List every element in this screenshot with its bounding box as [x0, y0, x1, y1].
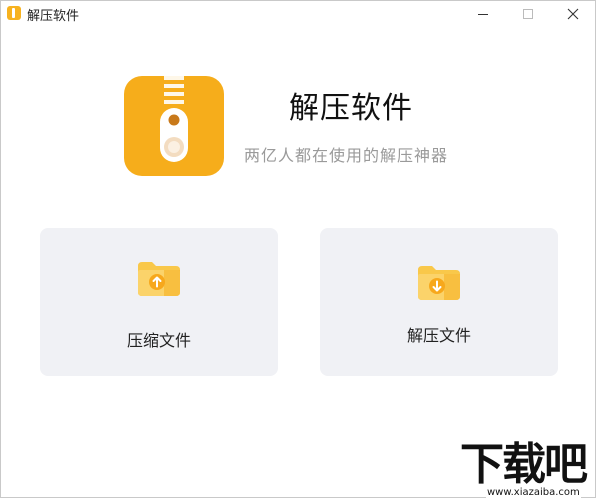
app-small-icon — [7, 6, 21, 20]
folder-download-icon — [416, 262, 462, 306]
compress-files-button[interactable]: 压缩文件 — [40, 228, 278, 376]
extract-files-button[interactable]: 解压文件 — [320, 228, 558, 376]
app-window: 解压软件 解压软件 两亿人都在使用的解压神器 压缩文件 解压文件 — [0, 0, 596, 498]
extract-files-label: 解压文件 — [406, 326, 471, 345]
title-bar[interactable]: 解压软件 — [1, 1, 595, 27]
watermark-url: www.xiazaiba.com — [486, 487, 581, 498]
close-button[interactable] — [551, 1, 595, 27]
folder-upload-icon — [136, 258, 182, 302]
app-title: 解压软件 — [289, 91, 413, 126]
watermark-logo: 下载吧 www.xiazaiba.com — [460, 440, 596, 498]
minimize-icon — [478, 14, 488, 15]
minimize-button[interactable] — [461, 1, 505, 27]
watermark-text: 下载吧 — [460, 439, 588, 490]
app-tagline: 两亿人都在使用的解压神器 — [244, 146, 449, 165]
window-title: 解压软件 — [27, 9, 80, 24]
compress-files-label: 压缩文件 — [126, 331, 191, 350]
app-logo-zip-icon — [124, 76, 224, 176]
maximize-icon — [523, 9, 533, 19]
close-icon — [567, 8, 579, 20]
maximize-button[interactable] — [506, 1, 550, 27]
